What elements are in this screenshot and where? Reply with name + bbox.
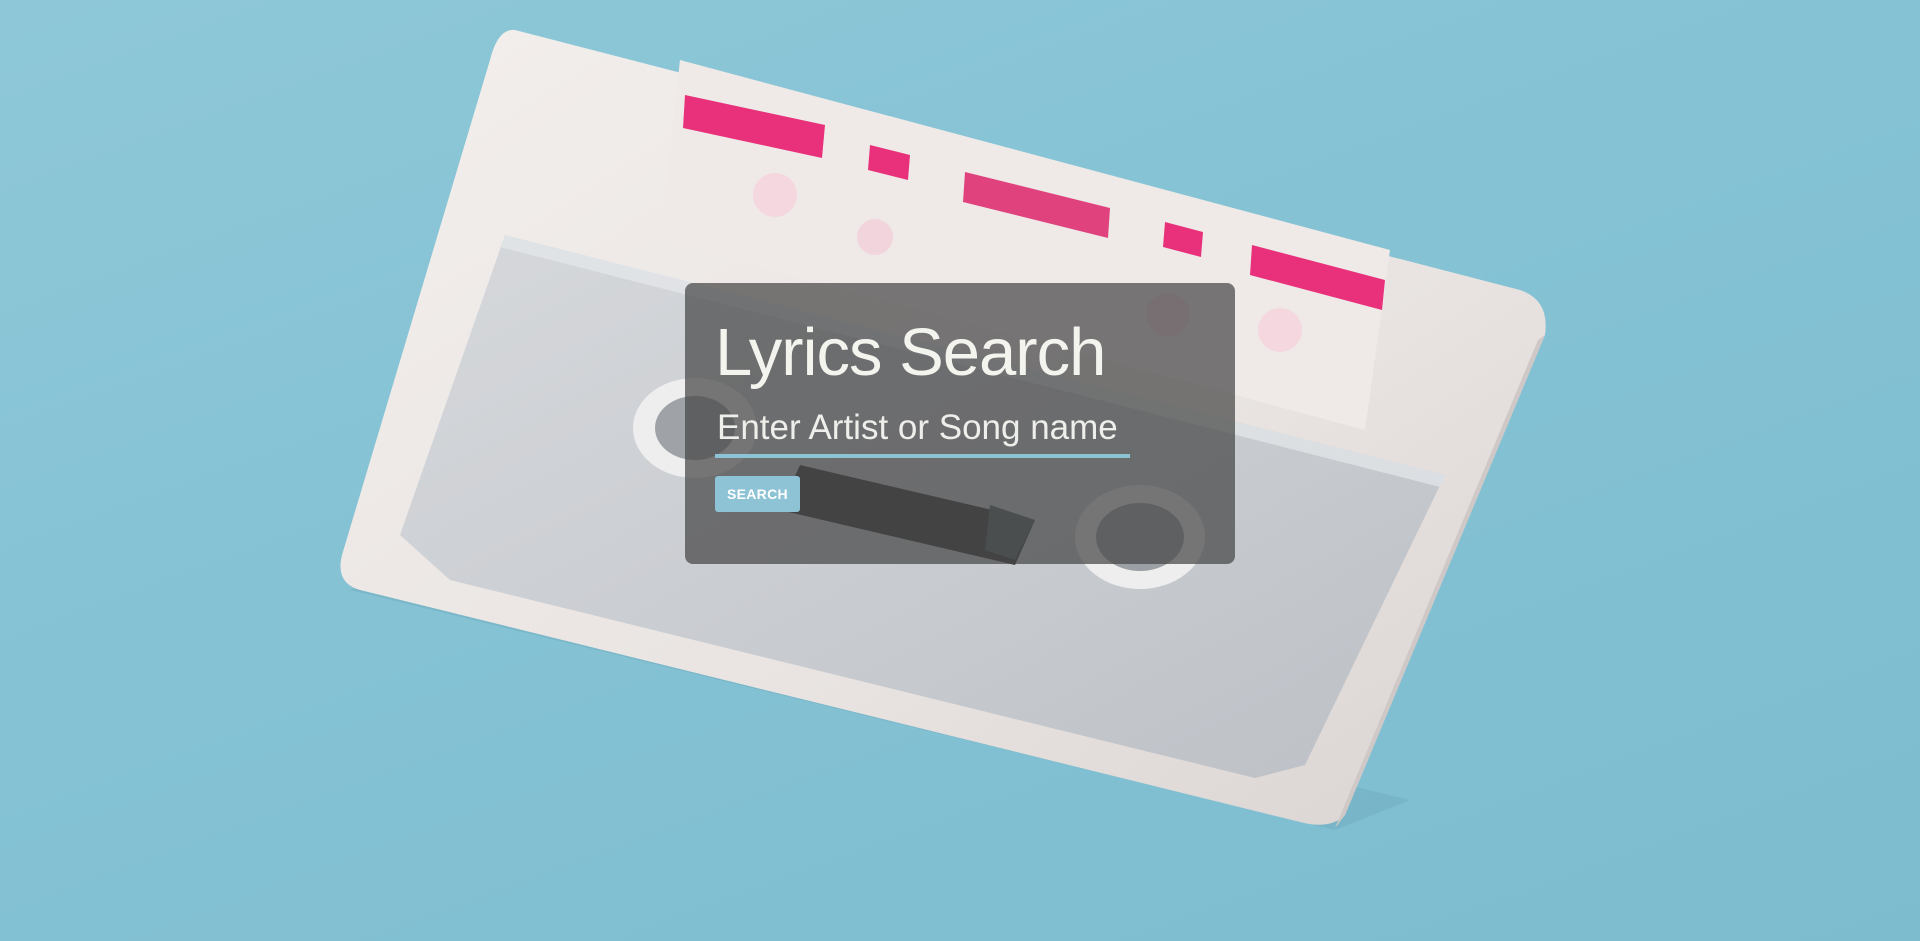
page-title: Lyrics Search (715, 315, 1106, 390)
search-button[interactable]: SEARCH (715, 476, 800, 512)
app-root: Lyrics Search SEARCH (0, 0, 1920, 941)
search-input[interactable] (715, 408, 1130, 458)
search-panel: Lyrics Search SEARCH (685, 283, 1235, 564)
